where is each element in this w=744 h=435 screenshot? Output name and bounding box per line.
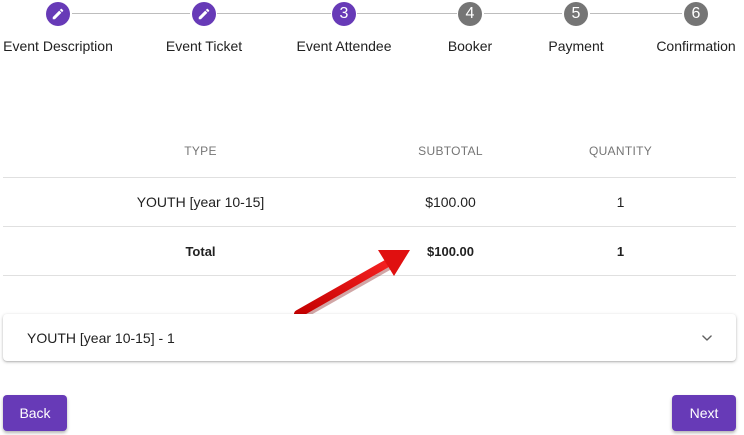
step-circle-inactive: 5 xyxy=(564,2,588,26)
step-label: Event Description xyxy=(3,38,113,54)
accordion-title: YOUTH [year 10-15] - 1 xyxy=(27,329,175,346)
checkout-page: Event Description Event Ticket 3 Event A… xyxy=(0,0,744,435)
total-quantity: 1 xyxy=(616,243,625,259)
step-label: Event Ticket xyxy=(165,38,243,54)
table-header-row: TYPE SUBTOTAL QUANTITY xyxy=(3,124,736,178)
cell-subtotal: $100.00 xyxy=(425,194,476,210)
step-event-ticket[interactable]: Event Ticket xyxy=(139,0,269,54)
next-button[interactable]: Next xyxy=(672,395,736,431)
cell-type: YOUTH [year 10-15] xyxy=(136,194,265,210)
step-circle-inactive: 4 xyxy=(458,2,482,26)
step-event-description[interactable]: Event Description xyxy=(0,0,123,54)
cell-quantity: 1 xyxy=(616,194,625,210)
step-payment[interactable]: 5 Payment xyxy=(511,0,641,54)
step-circle-completed xyxy=(192,2,216,26)
back-button[interactable]: Back xyxy=(3,395,67,431)
pencil-icon xyxy=(52,8,64,20)
step-label: Confirmation xyxy=(656,38,736,54)
step-circle-completed xyxy=(46,2,70,26)
step-circle-inactive: 6 xyxy=(684,2,708,26)
pencil-icon xyxy=(198,8,210,20)
column-header-type: TYPE xyxy=(184,143,217,158)
step-confirmation[interactable]: 6 Confirmation xyxy=(631,0,744,54)
table-row: YOUTH [year 10-15] $100.00 1 xyxy=(3,178,736,227)
step-label: Payment xyxy=(548,38,604,54)
stepper: Event Description Event Ticket 3 Event A… xyxy=(0,0,744,64)
chevron-down-icon[interactable] xyxy=(700,331,714,345)
step-label: Event Attendee xyxy=(296,38,392,54)
column-header-subtotal: SUBTOTAL xyxy=(418,143,483,158)
column-header-quantity: QUANTITY xyxy=(588,143,653,158)
step-circle-active: 3 xyxy=(332,2,356,26)
red-arrow-icon xyxy=(294,250,410,321)
step-event-attendee[interactable]: 3 Event Attendee xyxy=(279,0,409,54)
attendee-accordion[interactable]: YOUTH [year 10-15] - 1 xyxy=(3,314,736,361)
